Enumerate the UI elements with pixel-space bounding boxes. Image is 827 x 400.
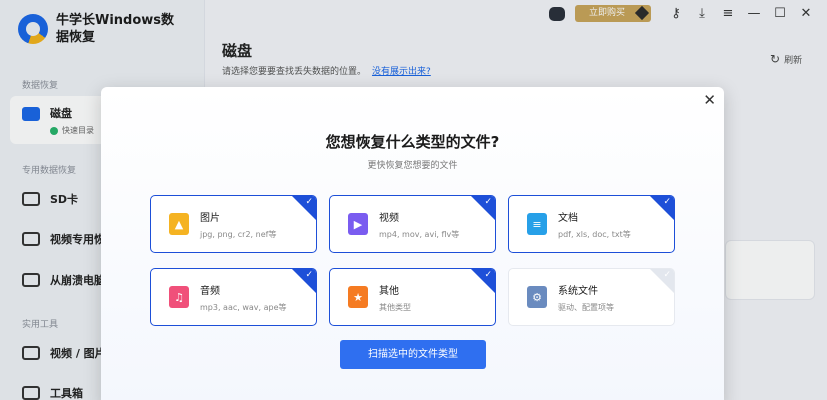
scan-button[interactable]: 扫描选中的文件类型	[340, 340, 486, 369]
dialog-subtitle: 更快恢复您想要的文件	[367, 161, 458, 171]
file-type-extensions: 其他类型	[379, 302, 411, 312]
file-type-extensions: pdf, xls, doc, txt等	[558, 229, 631, 239]
checkmark-icon: ✓	[305, 197, 313, 207]
file-type-card[interactable]: ★ 其他其他类型 ✓	[329, 268, 496, 326]
file-type-card[interactable]: ▶ 视频 mp4, mov, avi, flv等 ✓	[329, 195, 496, 253]
file-type-name: 图片	[200, 212, 220, 224]
checkmark-icon: ✓	[663, 270, 671, 280]
file-type-card[interactable]: ≡ 文档 pdf, xls, doc, txt等 ✓	[508, 195, 675, 253]
dialog-title: 您想恢复什么类型的文件?	[325, 133, 500, 151]
file-type-card[interactable]: ♫ 音频 mp3, aac, wav, ape等 ✓	[150, 268, 317, 326]
checkmark-icon: ✓	[484, 270, 492, 280]
file-type-name: 文档	[558, 212, 578, 224]
file-type-extensions: mp3, aac, wav, ape等	[200, 302, 287, 312]
file-type-name: 视频	[379, 212, 399, 224]
gear-icon: ⚙	[527, 286, 547, 308]
checkmark-icon: ✓	[484, 197, 492, 207]
file-type-name: 其他	[379, 285, 399, 297]
close-icon[interactable]: ✕	[703, 91, 716, 109]
image-icon: ▲	[169, 213, 189, 235]
video-icon: ▶	[348, 213, 368, 235]
checkmark-icon: ✓	[305, 270, 313, 280]
file-type-card[interactable]: ▲ 图片 jpg, png, cr2, nef等 ✓	[150, 195, 317, 253]
file-type-name: 音频	[200, 285, 220, 297]
checkmark-icon: ✓	[663, 197, 671, 207]
audio-icon: ♫	[169, 286, 189, 308]
file-type-name: 系统文件	[558, 285, 598, 297]
file-type-extensions: mp4, mov, avi, flv等	[379, 229, 460, 239]
file-type-dialog: ✕ 您想恢复什么类型的文件? 更快恢复您想要的文件 ▲ 图片 jpg, png, c…	[101, 87, 724, 400]
document-icon: ≡	[527, 213, 547, 235]
file-type-extensions: 驱动、配置项等	[558, 302, 614, 312]
file-type-extensions: jpg, png, cr2, nef等	[200, 229, 277, 239]
file-type-card[interactable]: ⚙ 系统文件驱动、配置项等 ✓	[508, 268, 675, 326]
star-icon: ★	[348, 286, 368, 308]
